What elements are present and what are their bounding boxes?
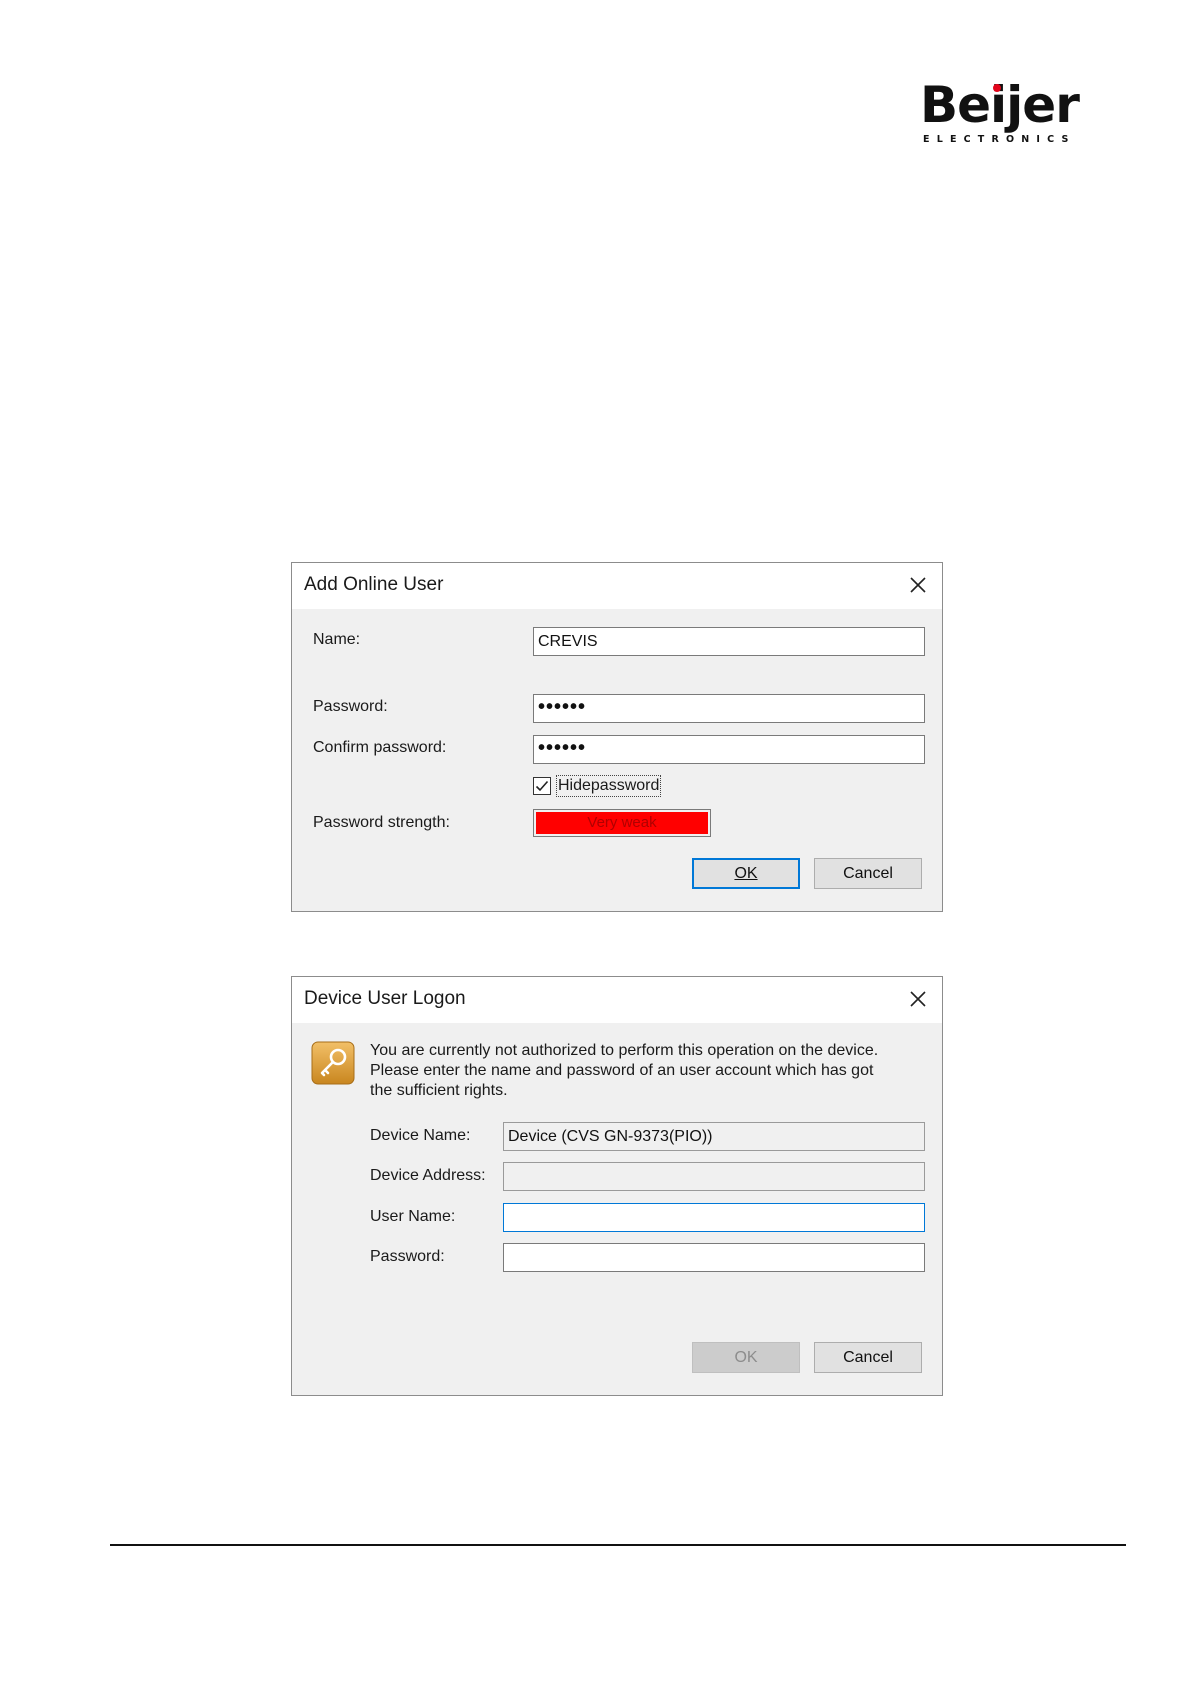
confirm-password-label: Confirm password: <box>313 739 447 756</box>
cancel-button-label: Cancel <box>843 1349 893 1366</box>
password-label: Password: <box>313 698 388 715</box>
password-strength-meter: Very weak <box>533 809 711 837</box>
message-line: the sufficient rights. <box>370 1082 508 1099</box>
dialog-titlebar: Add Online User <box>292 563 942 609</box>
checkmark-icon <box>535 780 549 792</box>
ok-button-label: OK <box>734 1349 758 1366</box>
close-button[interactable] <box>904 985 932 1013</box>
ok-button[interactable]: OK <box>692 858 800 889</box>
user-name-label: User Name: <box>370 1208 456 1225</box>
name-input[interactable]: CREVIS <box>533 627 925 656</box>
cancel-button[interactable]: Cancel <box>814 1342 922 1373</box>
key-icon <box>311 1041 355 1085</box>
logo-subtext: ELECTRONICS <box>923 134 1076 145</box>
password-strength-value: Very weak <box>536 812 708 834</box>
authorization-message: You are currently not authorized to perf… <box>370 1041 878 1101</box>
ok-button-label: OK <box>734 865 758 882</box>
password-input[interactable]: •••••• <box>533 694 925 723</box>
message-line: Please enter the name and password of an… <box>370 1062 874 1079</box>
device-name-label: Device Name: <box>370 1127 471 1144</box>
hide-password-checkbox[interactable] <box>533 777 551 795</box>
dialog-title: Device User Logon <box>304 988 466 1009</box>
device-name-field: Device (CVS GN-9373(PIO)) <box>503 1122 925 1151</box>
dialog-titlebar: Device User Logon <box>292 977 942 1023</box>
add-online-user-dialog: Add Online User Name: CREVIS Password: •… <box>291 562 943 912</box>
name-label-text: Name: <box>313 631 361 648</box>
confirm-password-input[interactable]: •••••• <box>533 735 925 764</box>
device-address-field <box>503 1162 925 1191</box>
logo-dot <box>993 84 1001 92</box>
cancel-button[interactable]: Cancel <box>814 858 922 889</box>
hide-password-label[interactable]: Hidepassword <box>556 775 662 797</box>
password-strength-label: Password strength: <box>313 814 450 831</box>
close-icon <box>910 577 926 593</box>
cancel-button-label: Cancel <box>843 865 893 882</box>
device-address-label: Device Address: <box>370 1167 486 1184</box>
ok-button[interactable]: OK <box>692 1342 800 1373</box>
name-label: Name: <box>313 631 360 649</box>
device-user-logon-dialog: Device User Logon You are currently not … <box>291 976 943 1396</box>
footer-rule <box>110 1544 1126 1546</box>
dialog-title: Add Online User <box>304 574 444 595</box>
beijer-logo: Beijer ELECTRONICS <box>920 76 1080 148</box>
message-line: You are currently not authorized to perf… <box>370 1042 879 1059</box>
password-label: Password: <box>370 1248 445 1265</box>
close-icon <box>910 991 926 1007</box>
user-name-input[interactable] <box>503 1203 925 1232</box>
password-input[interactable] <box>503 1243 925 1272</box>
close-button[interactable] <box>904 571 932 599</box>
